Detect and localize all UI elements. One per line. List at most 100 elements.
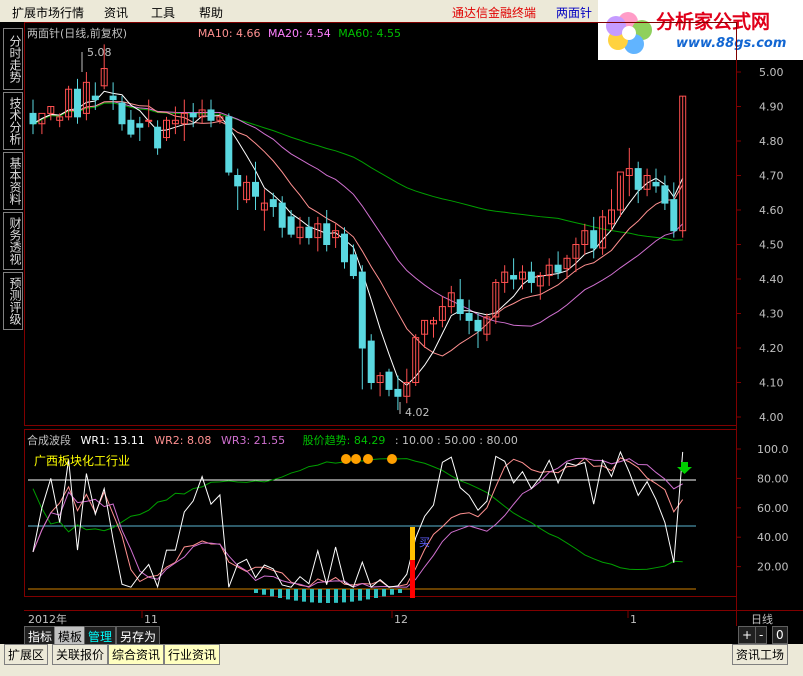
- menu-tools[interactable]: 工具: [151, 4, 175, 21]
- indicator-tick-label: 100.0: [757, 443, 789, 456]
- chart-canvas[interactable]: 5.00 4.90 4.80 4.70 4.60 4.50 4.40 4.30 4.20 4.10…: [24, 22, 803, 626]
- ma5-label: MA5: 4.69: [134, 27, 191, 40]
- histogram-bar: [398, 589, 402, 593]
- candle-body: [234, 175, 242, 187]
- candle-body: [367, 340, 375, 384]
- candle-body: [670, 199, 678, 232]
- candle-body: [349, 254, 357, 277]
- histogram-bar: [278, 589, 282, 598]
- levels-label: : 10.00 : 50.00 : 80.00: [394, 434, 518, 447]
- menu-info[interactable]: 资讯: [104, 4, 128, 21]
- stock-name-title: 两面针: [556, 6, 593, 20]
- candle-body: [207, 109, 215, 121]
- histogram-bar: [342, 589, 346, 603]
- info-workshop-button[interactable]: 资讯工场: [732, 644, 789, 665]
- candle-body: [634, 168, 642, 190]
- candle-body: [590, 230, 598, 249]
- candle-body: [527, 271, 535, 283]
- price-tick-label: 4.20: [759, 342, 784, 355]
- x-label-11: 11: [144, 613, 158, 626]
- tab-related-quotes[interactable]: 关联报价: [52, 644, 109, 665]
- candle-body: [341, 233, 348, 263]
- candle-body: [269, 199, 277, 208]
- candle-body: [305, 226, 313, 239]
- ma20-label: MA20: 4.54: [268, 27, 331, 40]
- trend-line: [32, 458, 683, 571]
- histogram-bar: [286, 589, 290, 600]
- histogram-bar: [366, 589, 370, 600]
- low-label: 4.02: [405, 406, 430, 419]
- zoom-in-button[interactable]: +: [738, 626, 757, 644]
- buy-signal-upper: [410, 527, 415, 560]
- period-label: 日线: [751, 612, 773, 626]
- candle-body: [136, 123, 144, 128]
- price-tick-label: 4.40: [759, 273, 784, 286]
- x-label-12: 12: [394, 613, 408, 626]
- histogram-bar: [382, 589, 386, 597]
- wr2-line: [32, 457, 684, 588]
- buy-label: 买: [419, 536, 430, 549]
- candle-body: [118, 102, 126, 125]
- indicator-tick-label: 60.00: [757, 502, 789, 515]
- zoom-out-button[interactable]: -: [755, 626, 768, 644]
- chart-area: 5.00 4.90 4.80 4.70 4.60 4.50 4.40 4.30 4.20 4.10…: [24, 22, 803, 626]
- indicator-axis: 100.0 80.00 60.00 40.00 20.00: [736, 443, 789, 574]
- side-tab-profile[interactable]: 基本资料: [3, 152, 23, 210]
- buy-signal-lower: [410, 560, 415, 598]
- ma10-label: MA10: 4.66: [197, 27, 261, 40]
- menu-help[interactable]: 帮助: [199, 4, 223, 21]
- candle-body: [29, 112, 37, 125]
- signal-markers: [341, 454, 397, 464]
- side-tab-finance[interactable]: 财务透视: [3, 212, 23, 270]
- indicator-tick-label: 40.00: [757, 531, 789, 544]
- candle-body: [278, 202, 286, 228]
- candle-body: [456, 299, 464, 315]
- histogram-bar: [254, 589, 258, 593]
- side-tab-technical[interactable]: 技术分析: [3, 92, 23, 150]
- histogram-bar: [270, 589, 274, 597]
- tab-industry-info[interactable]: 行业资讯: [164, 644, 221, 665]
- histogram-bar: [318, 589, 322, 603]
- histogram-bar: [326, 589, 330, 603]
- x-year: 2012年: [28, 612, 67, 626]
- candle-body: [154, 126, 162, 149]
- histogram-bar: [374, 589, 378, 598]
- zoom-reset-button[interactable]: 0: [772, 626, 788, 644]
- side-tab-bar: 分时走势 技术分析 基本资料 财务透视 预测评级: [0, 22, 24, 646]
- candle-body: [510, 275, 518, 280]
- promo-text: 通达信金融终端: [452, 6, 537, 20]
- indicator-header: 合成波段 WR1: 13.11 WR2: 8.08 WR3: 21.55 股价趋…: [27, 432, 518, 448]
- price-tick-label: 4.30: [759, 308, 784, 321]
- down-arrow-icon: [677, 462, 692, 474]
- price-tick-label: 4.60: [759, 204, 784, 217]
- candle-body: [127, 119, 135, 135]
- candle-body: [323, 223, 331, 246]
- side-tab-rating[interactable]: 预测评级: [3, 272, 23, 330]
- candle-body: [358, 271, 366, 349]
- extension-tab-row: 扩展区 关联报价 综合资讯 行业资讯 资讯工场: [0, 644, 803, 676]
- indicator-panel-frame: [24, 429, 737, 597]
- side-tab-intraday[interactable]: 分时走势: [3, 28, 23, 90]
- candle-body: [394, 388, 402, 397]
- candle-body: [91, 95, 99, 101]
- candle-body: [385, 371, 393, 390]
- menu-extended-market[interactable]: 扩展市场行情: [12, 4, 84, 21]
- candle-body: [474, 319, 482, 332]
- tab-comprehensive-info[interactable]: 综合资讯: [108, 644, 165, 665]
- stock-header: 两面针(日线,前复权): [27, 27, 128, 40]
- price-panel-frame: [24, 22, 737, 426]
- indicator-name: 合成波段: [27, 434, 71, 447]
- price-tick-label: 4.80: [759, 135, 784, 148]
- candle-body: [554, 264, 562, 273]
- high-label: 5.08: [87, 46, 112, 59]
- wr1-label: WR1: 13.11: [80, 434, 145, 447]
- indicator-tick-label: 80.00: [757, 472, 789, 485]
- candle-body: [225, 116, 233, 173]
- candle-body: [109, 95, 117, 101]
- candle-body: [652, 181, 660, 187]
- candle-body: [189, 112, 197, 118]
- candle-body: [74, 88, 81, 118]
- price-header: 两面针(日线,前复权) MA5: 4.69 MA10: 4.66 MA20: 4…: [27, 25, 401, 41]
- tab-extension-area[interactable]: 扩展区: [4, 644, 49, 665]
- wr3-label: WR3: 21.55: [220, 434, 286, 447]
